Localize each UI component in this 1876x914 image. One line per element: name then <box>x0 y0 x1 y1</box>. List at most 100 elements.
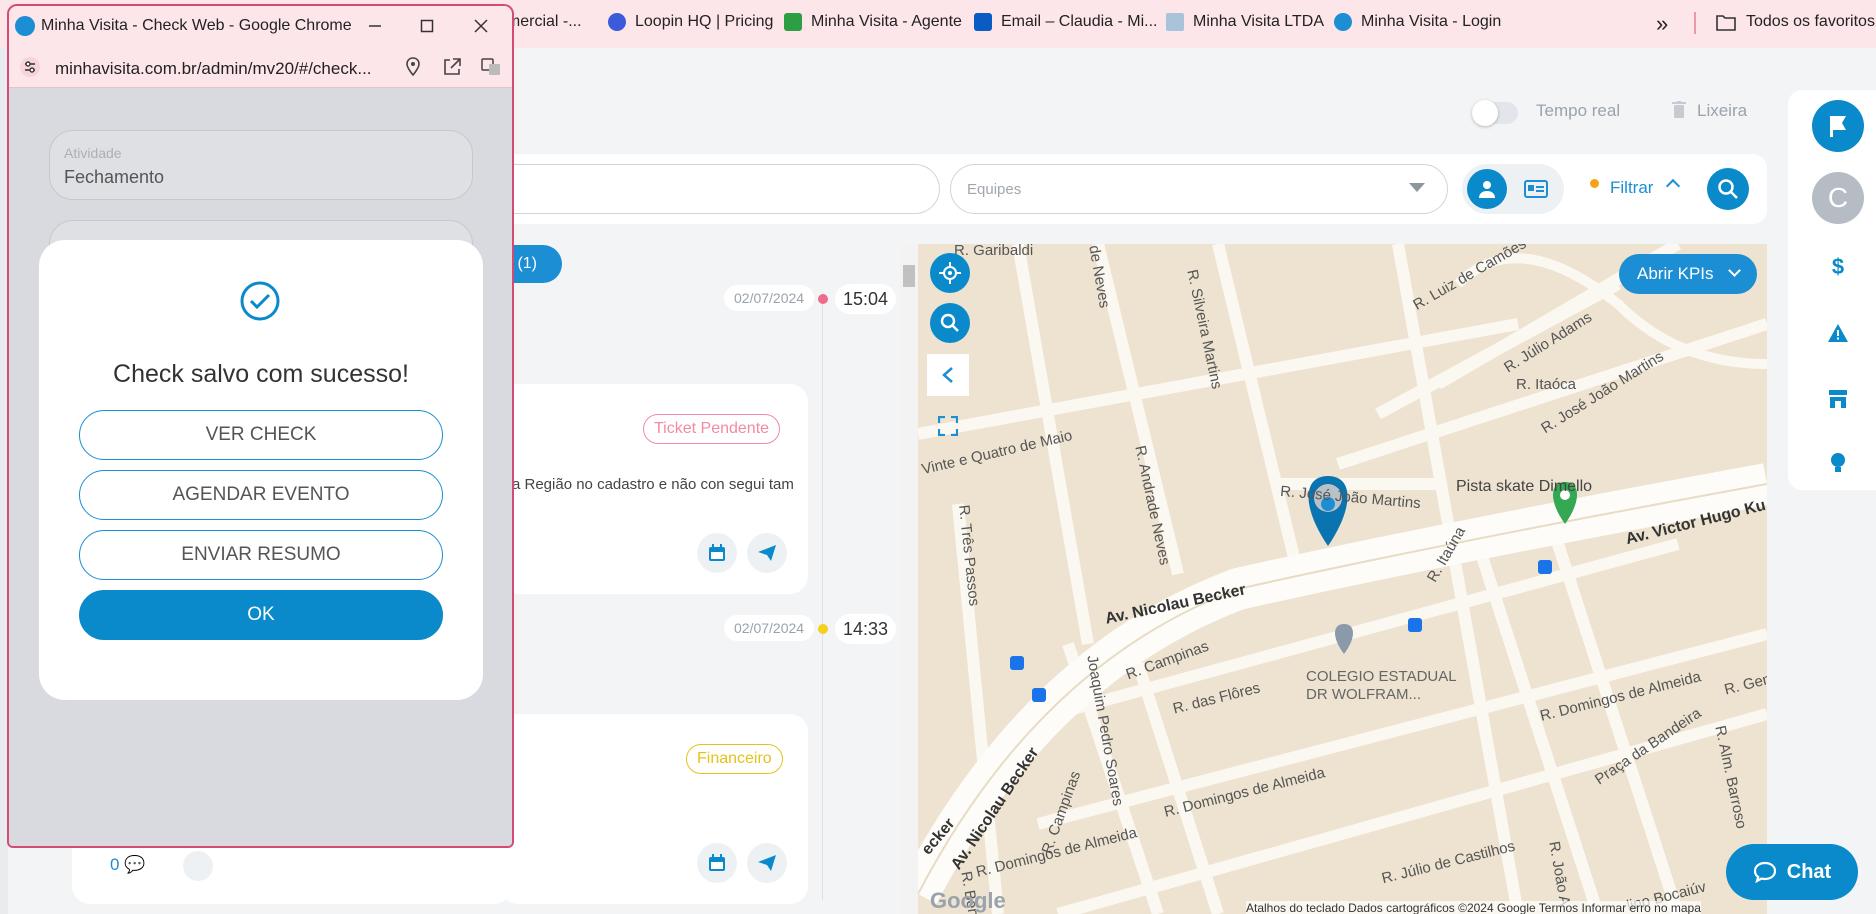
chat-bubble-icon <box>1753 861 1776 883</box>
flag-icon <box>1166 13 1184 31</box>
close-icon <box>474 19 488 33</box>
flag-icon <box>1830 116 1846 137</box>
ok-button[interactable]: OK <box>79 590 443 640</box>
search-icon <box>1718 179 1738 199</box>
bookmark-label: Email – Claudia - Mi... <box>1001 13 1158 30</box>
comment-icon: 💬 <box>124 855 146 874</box>
scrollbar-thumb[interactable] <box>903 265 915 287</box>
collapse-panel-button[interactable] <box>927 354 969 396</box>
site-settings-icon[interactable] <box>19 56 41 78</box>
more-bookmarks-button[interactable]: » <box>1656 11 1668 37</box>
send-button[interactable] <box>747 843 787 883</box>
chevron-left-icon <box>942 367 953 383</box>
tempo-real-toggle[interactable] <box>1472 100 1518 126</box>
search-button[interactable] <box>1707 168 1749 210</box>
bulb-icon <box>1831 453 1845 472</box>
entry-date: 02/07/2024 <box>724 285 815 311</box>
store-front-icon <box>1829 390 1847 408</box>
divider <box>1694 12 1696 34</box>
atividade-field[interactable]: Atividade Fechamento <box>49 130 473 200</box>
loopin-icon <box>608 13 626 31</box>
status-badge: Ticket Pendente <box>643 414 781 444</box>
send-icon <box>758 545 776 561</box>
window-title: Minha Visita - Check Web - Google Chrome <box>41 17 352 34</box>
dollar-icon[interactable]: $ <box>1825 254 1851 280</box>
avatar[interactable]: C <box>1812 172 1864 224</box>
minha-visita-icon <box>1334 13 1352 31</box>
filter-active-dot <box>1590 179 1599 188</box>
maximize-button[interactable] <box>415 14 439 38</box>
user-view-button[interactable] <box>1467 169 1507 209</box>
map[interactable]: de Neves R. Silveira Martins R. Luiz de … <box>918 244 1767 914</box>
bookmark-label: Minha Visita - Agente <box>811 13 962 30</box>
chat-button[interactable]: Chat <box>1726 844 1858 900</box>
chat-label: Chat <box>1786 860 1832 883</box>
trash-icon[interactable] <box>1672 101 1686 119</box>
location-icon[interactable] <box>403 57 423 77</box>
fullscreen-button[interactable] <box>927 405 969 447</box>
filtrar-button[interactable]: Filtrar <box>1610 178 1653 198</box>
green-leaf-icon <box>784 13 802 31</box>
equipes-placeholder: Equipes <box>967 181 1022 198</box>
bookmark-label: Loopin HQ | Pricing <box>635 13 774 30</box>
bookmark-label: Minha Visita - Login <box>1361 13 1502 30</box>
scrollbar[interactable] <box>900 244 918 914</box>
minha-visita-icon <box>15 16 35 36</box>
ver-check-button[interactable]: VER CHECK <box>79 410 443 460</box>
locate-button[interactable] <box>930 253 970 293</box>
bookmark-item[interactable]: Loopin HQ | Pricing <box>608 13 773 31</box>
check-form: Atividade Fechamento Check salvo com suc… <box>9 88 512 846</box>
check-circle-icon <box>240 281 280 321</box>
minha-visita-logo[interactable] <box>1812 100 1864 152</box>
send-button[interactable] <box>747 533 787 573</box>
close-button[interactable] <box>469 14 493 38</box>
url-text[interactable]: minhavisita.com.br/admin/mv20/#/check... <box>55 59 372 79</box>
bookmark-item[interactable]: Minha Visita LTDA <box>1166 13 1324 31</box>
tempo-real-label: Tempo real <box>1536 101 1621 120</box>
schedule-button[interactable] <box>697 533 737 573</box>
comment-count-value: 0 <box>110 855 120 874</box>
location-pin-icon[interactable] <box>183 851 213 881</box>
translate-icon[interactable] <box>481 57 501 77</box>
all-favorites-button[interactable]: Todos os favoritos <box>1716 13 1875 31</box>
all-favorites-label: Todos os favoritos <box>1746 13 1875 30</box>
comment-count[interactable]: 0 💬 <box>110 855 145 875</box>
bookmark-item[interactable]: Minha Visita - Agente <box>784 13 962 31</box>
outlook-icon <box>974 13 992 31</box>
chrome-popup-window: Minha Visita - Check Web - Google Chrome… <box>7 4 514 848</box>
map-label: DR WOLFRAM... <box>1306 686 1421 703</box>
lightbulb-icon[interactable] <box>1825 450 1851 476</box>
minimize-icon <box>369 25 381 27</box>
minimize-button[interactable] <box>363 14 387 38</box>
calendar-icon <box>709 854 725 871</box>
bookmark-item[interactable]: Email – Claudia - Mi... <box>974 13 1158 31</box>
open-in-new-icon[interactable] <box>442 57 462 77</box>
lixeira-link[interactable]: Lixeira <box>1697 101 1747 121</box>
maximize-icon <box>420 19 434 33</box>
window-titlebar[interactable]: Minha Visita - Check Web - Google Chrome <box>9 6 512 46</box>
bookmark-item[interactable]: Minha Visita - Login <box>1334 13 1501 31</box>
map-label: R. Itaóca <box>1516 376 1577 393</box>
timeline-dot <box>818 294 828 304</box>
folder-icon <box>1716 15 1736 31</box>
map-footer[interactable]: Atalhos do teclado Dados cartográficos ©… <box>1246 901 1701 914</box>
agendar-evento-button[interactable]: AGENDAR EVENTO <box>79 470 443 520</box>
card-view-button[interactable] <box>1516 169 1556 209</box>
store-icon[interactable] <box>1825 386 1851 412</box>
entry-date: 02/07/2024 <box>724 615 815 641</box>
google-logo: Google <box>930 888 1006 913</box>
map-roads <box>918 244 1767 914</box>
address-bar: minhavisita.com.br/admin/mv20/#/check... <box>9 46 512 88</box>
card-description: a Região no cadastro e não con segui tam <box>512 476 794 493</box>
enviar-resumo-button[interactable]: ENVIAR RESUMO <box>79 530 443 580</box>
map-search-button[interactable] <box>930 303 970 343</box>
map-label: R. Garibaldi <box>954 244 1034 259</box>
equipes-select[interactable]: Equipes <box>950 164 1448 214</box>
schedule-button[interactable] <box>697 843 737 883</box>
entry-time: 15:04 <box>835 284 897 314</box>
abrir-kpis-button[interactable]: Abrir KPIs <box>1619 254 1757 294</box>
warning-triangle-icon <box>1828 324 1848 342</box>
map-label: Pista skate Dimello <box>1456 478 1593 495</box>
warning-icon[interactable] <box>1825 320 1851 346</box>
id-card-icon <box>1524 180 1548 198</box>
